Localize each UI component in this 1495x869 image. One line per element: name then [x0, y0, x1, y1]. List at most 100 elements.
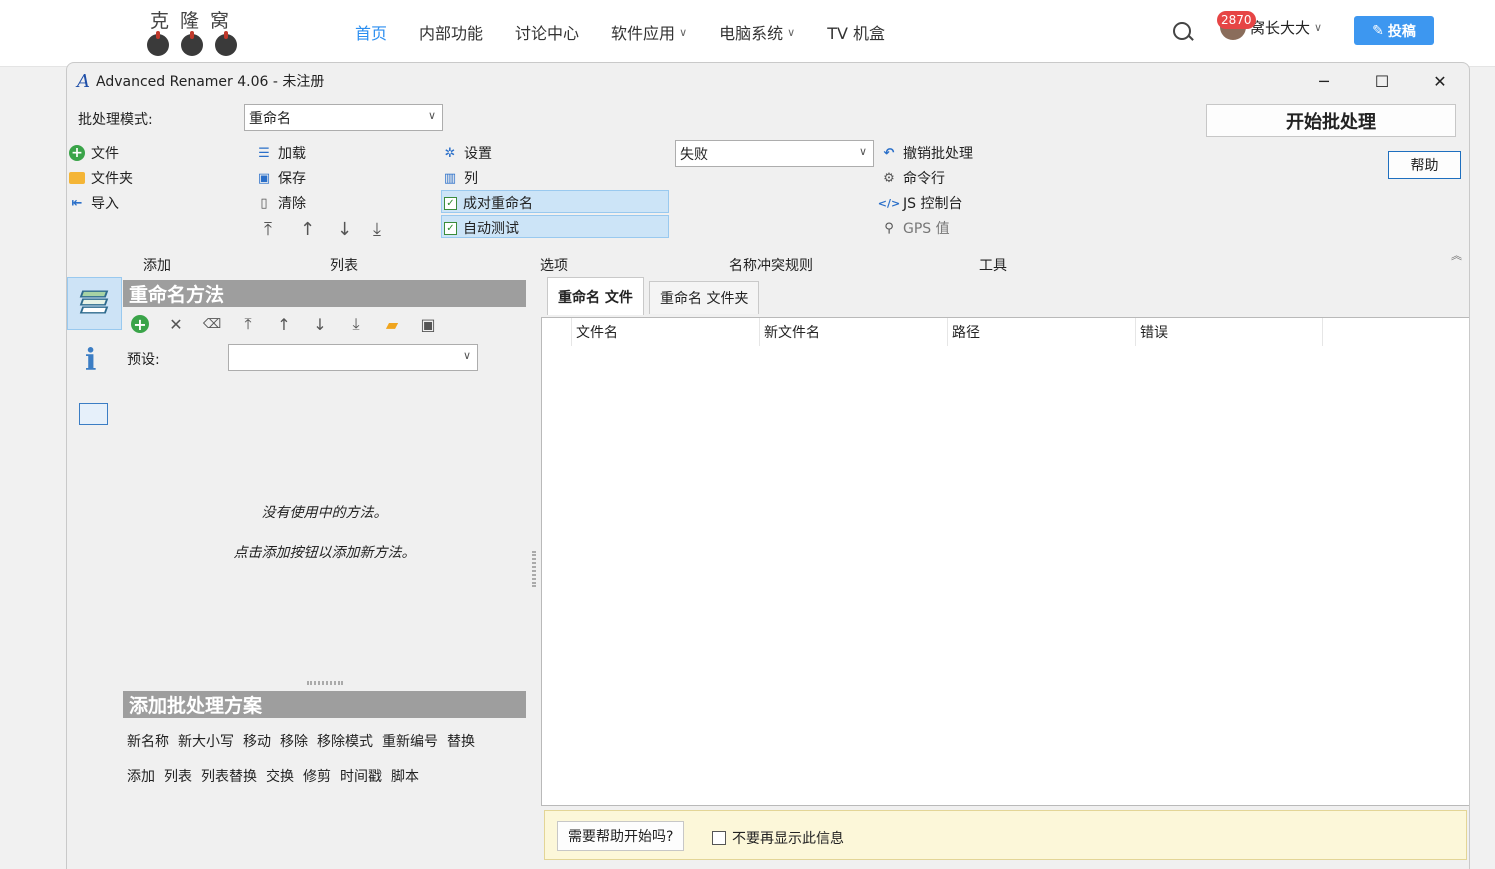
logo-text: 克隆窝 [150, 10, 241, 32]
import-button[interactable]: ⇤ 导入 [69, 193, 119, 213]
start-batch-button[interactable]: 开始批处理 [1206, 104, 1456, 137]
delete-icon[interactable]: ✕ [167, 315, 185, 334]
column-header-filename[interactable]: 文件名 [571, 318, 759, 346]
save-list-button[interactable]: ▣ 保存 [256, 168, 306, 188]
move-top-icon[interactable]: ⤒ [264, 219, 272, 240]
open-folder-icon[interactable]: ▰ [383, 315, 401, 334]
method-link[interactable]: 添加 [127, 766, 155, 786]
nav-item-discussion[interactable]: 讨论中心 [515, 20, 579, 44]
method-link[interactable]: 时间戳 [340, 766, 382, 786]
add-files-button[interactable]: + 文件 [69, 143, 119, 163]
method-link[interactable]: 列表 [164, 766, 192, 786]
method-link[interactable]: 移除 [280, 731, 308, 751]
batch-mode-select[interactable]: 重命名 ∨ [244, 104, 443, 131]
notification-badge: 2870 [1217, 11, 1256, 29]
move-down-icon[interactable]: ↓ [337, 219, 352, 240]
nav-item-system[interactable]: 电脑系统 ∨ [719, 20, 795, 44]
clear-list-button[interactable]: ▯ 清除 [256, 193, 306, 213]
batch-mode-label: 批处理模式: [78, 112, 153, 128]
move-bottom-icon[interactable]: ⤓ [347, 314, 365, 333]
nav-item-software[interactable]: 软件应用 ∨ [611, 20, 687, 44]
section-label-list: 列表 [330, 258, 358, 274]
method-link[interactable]: 交换 [266, 766, 294, 786]
bug-icon [147, 31, 169, 56]
maximize-icon[interactable]: ☐ [1353, 63, 1411, 99]
settings-button[interactable]: ✲ 设置 [442, 143, 492, 163]
list-icon: ☰ [258, 145, 270, 161]
nav-item-home[interactable]: 首页 [355, 20, 387, 44]
tab-rename-folders[interactable]: 重命名 文件夹 [649, 281, 760, 314]
collapse-ribbon-icon[interactable]: ︽ [1451, 247, 1462, 263]
chevron-down-icon: ∨ [679, 25, 688, 39]
clear-icon[interactable]: ⌫ [203, 315, 221, 333]
gear-icon: ⚙ [883, 170, 895, 186]
layers-icon [79, 289, 109, 317]
site-header: 克隆窝 首页 内部功能 讨论中心 软件应用 ∨ 电脑系统 ∨ TV 机盒 窝长大大 … [0, 0, 1495, 67]
nav-item-internal[interactable]: 内部功能 [419, 20, 483, 44]
add-method-title: 添加批处理方案 [123, 691, 526, 718]
command-line-button[interactable]: ⚙ 命令行 [881, 168, 945, 188]
minimize-icon[interactable]: ─ [1295, 63, 1353, 99]
app-logo-icon: A [77, 70, 90, 92]
file-list[interactable]: 文件名 新文件名 路径 错误 [541, 317, 1469, 806]
move-up-icon[interactable]: ↑ [300, 219, 315, 240]
window-controls: ─ ☐ ✕ [1295, 63, 1469, 99]
search-icon[interactable] [1173, 22, 1191, 40]
columns-button[interactable]: ▥ 列 [442, 168, 478, 188]
bug-icon [215, 31, 237, 56]
method-link[interactable]: 列表替换 [201, 766, 257, 786]
add-icon: + [69, 145, 85, 161]
gears-icon: ✲ [444, 145, 456, 161]
gps-values-button[interactable]: ⚲ GPS 值 [881, 218, 949, 238]
add-icon[interactable]: + [131, 315, 149, 334]
method-link[interactable]: 新名称 [127, 731, 169, 751]
method-list-row2: 添加 列表 列表替换 交换 修剪 时间戳 脚本 [127, 766, 419, 786]
help-info-bar: 需要帮助开始吗? 不要再显示此信息 [544, 810, 1467, 860]
dont-show-checkbox[interactable]: 不要再显示此信息 [712, 828, 844, 848]
method-link[interactable]: 重新编号 [382, 731, 438, 751]
method-link[interactable]: 新大小写 [178, 731, 234, 751]
post-button[interactable]: ✎ 投稿 [1354, 16, 1434, 45]
nav-item-tv[interactable]: TV 机盒 [827, 20, 885, 44]
site-logo[interactable]: 克隆窝 [144, 4, 244, 56]
move-top-icon[interactable]: ⤒ [239, 314, 257, 333]
tab-rename-files[interactable]: 重命名 文件 [547, 277, 644, 315]
folder-icon[interactable] [79, 403, 108, 425]
conflict-rule-select[interactable]: 失败 ∨ [675, 140, 874, 167]
save-icon[interactable]: ▣ [419, 315, 437, 334]
move-bottom-icon[interactable]: ⤓ [373, 219, 381, 240]
map-pin-icon: ⚲ [884, 220, 894, 236]
window-title: Advanced Renamer 4.06 - 未注册 [96, 74, 325, 90]
pair-rename-check[interactable]: ✓ 成对重命名 [441, 190, 669, 213]
info-icon[interactable]: i [85, 343, 96, 378]
preset-label: 预设: [127, 352, 160, 368]
method-link[interactable]: 移除模式 [317, 731, 373, 751]
splitter-grip[interactable] [532, 551, 536, 587]
move-up-icon[interactable]: ↑ [275, 315, 293, 334]
load-list-button[interactable]: ☰ 加载 [256, 143, 306, 163]
column-header-path[interactable]: 路径 [947, 318, 1135, 346]
method-link[interactable]: 移动 [243, 731, 271, 751]
bug-icon [181, 31, 203, 56]
logo-bugs [147, 31, 237, 56]
checkbox-checked-icon: ✓ [444, 221, 457, 235]
auto-test-check[interactable]: ✓ 自动测试 [441, 215, 669, 238]
method-link[interactable]: 脚本 [391, 766, 419, 786]
undo-batch-button[interactable]: ↶ 撤销批处理 [881, 143, 973, 163]
help-button[interactable]: 帮助 [1388, 151, 1461, 179]
method-link[interactable]: 修剪 [303, 766, 331, 786]
chevron-down-icon: ∨ [462, 349, 471, 362]
column-header-error[interactable]: 错误 [1135, 318, 1323, 346]
js-console-button[interactable]: </> JS 控制台 [878, 193, 963, 213]
method-link[interactable]: 替换 [447, 731, 475, 751]
preset-select[interactable]: ∨ [228, 344, 478, 371]
section-label-tools: 工具 [979, 258, 1007, 274]
move-down-icon[interactable]: ↓ [311, 315, 329, 334]
import-arrow-icon: ⇤ [71, 195, 83, 211]
splitter-grip[interactable] [307, 681, 343, 685]
close-icon[interactable]: ✕ [1411, 63, 1469, 99]
add-folders-button[interactable]: 文件夹 [69, 168, 133, 188]
need-help-button[interactable]: 需要帮助开始吗? [557, 821, 685, 851]
section-label-options: 选项 [540, 258, 568, 274]
column-header-newname[interactable]: 新文件名 [759, 318, 947, 346]
